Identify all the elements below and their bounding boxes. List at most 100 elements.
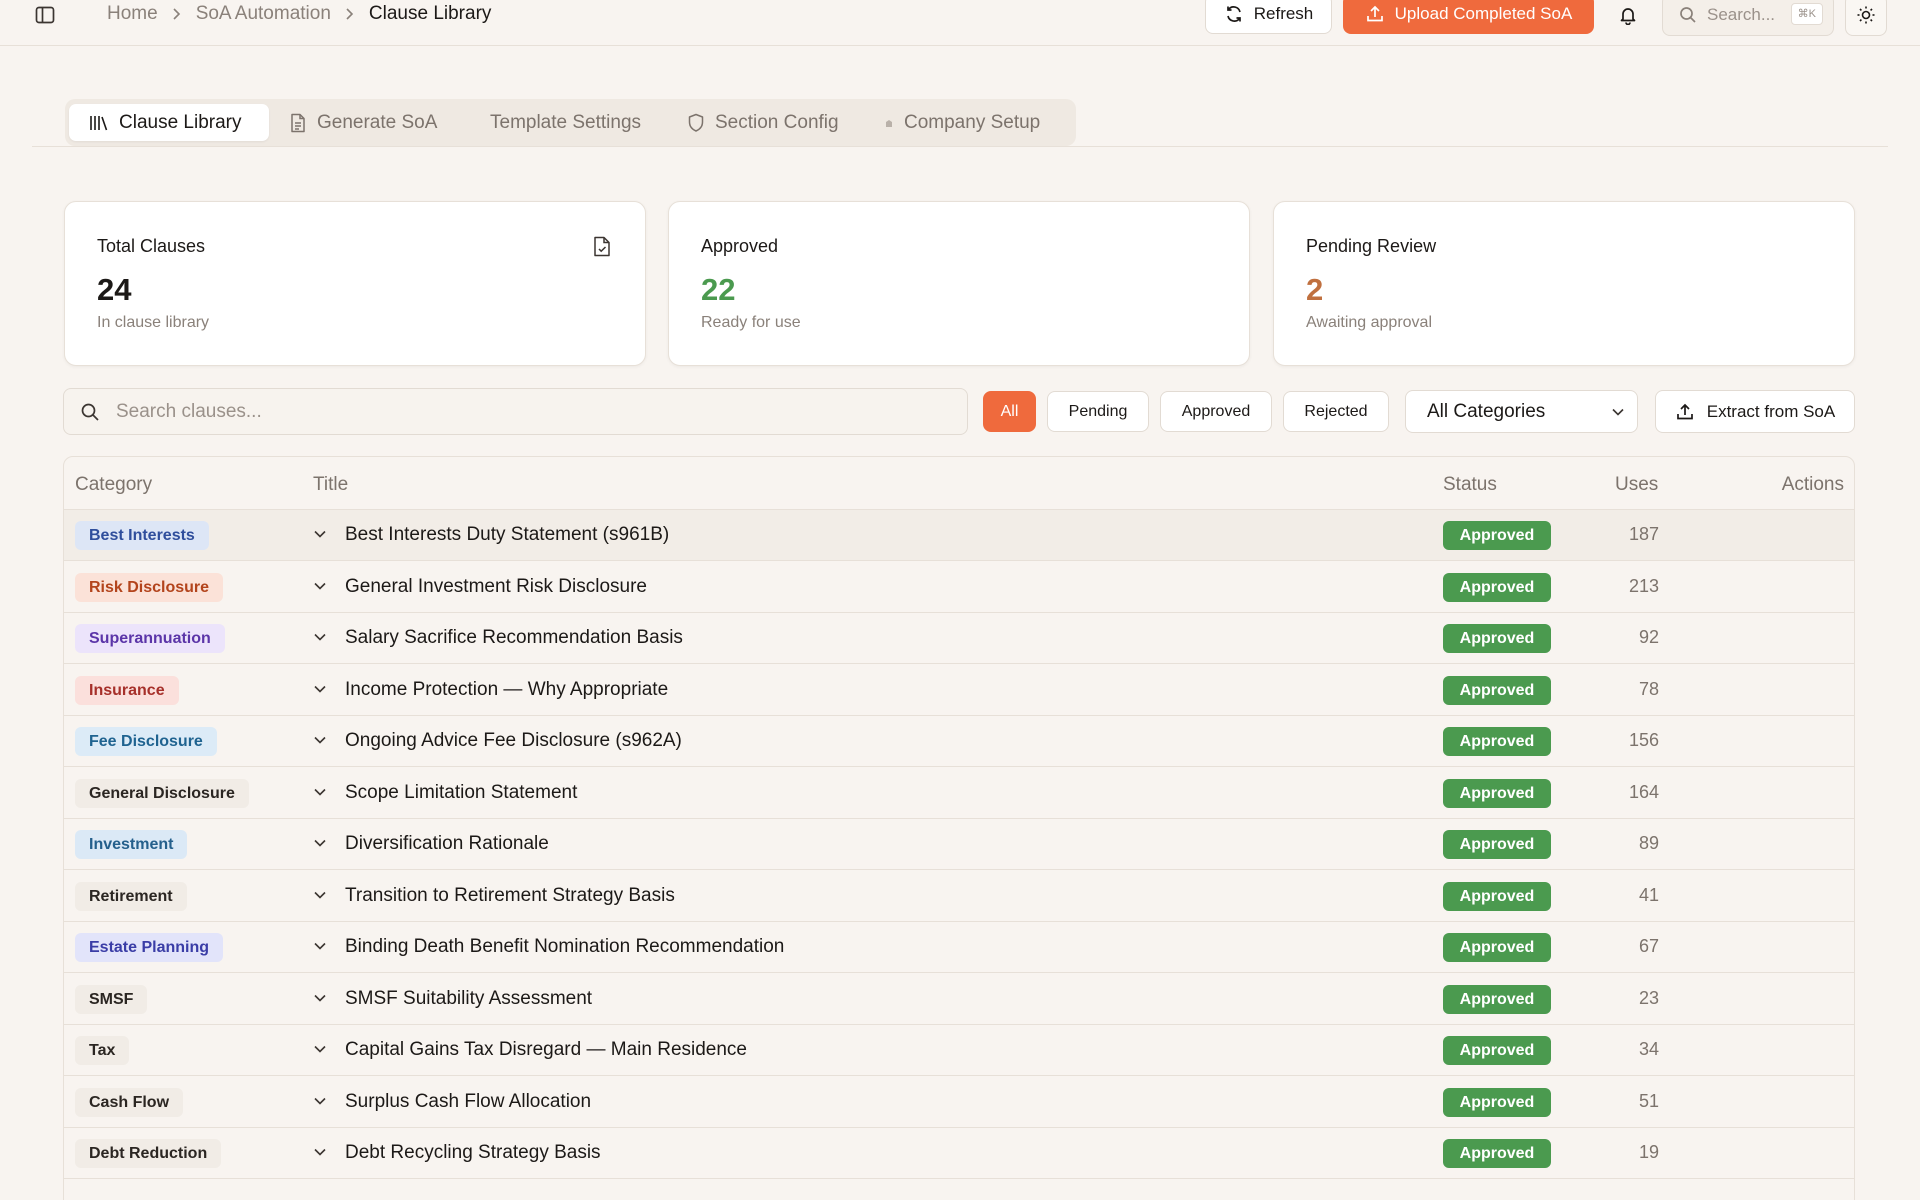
stat-card-pending: Pending Review 2 Awaiting approval <box>1273 201 1855 366</box>
search-icon <box>1679 6 1697 24</box>
tab-label: Section Config <box>715 111 839 133</box>
table-row[interactable]: SMSF SMSF Suitability Assessment Approve… <box>64 974 1854 1025</box>
sidebar-toggle-icon[interactable] <box>32 2 58 28</box>
global-search-placeholder: Search... <box>1707 5 1776 24</box>
top-bar: Home SoA Automation Clause Library Refre… <box>0 0 1920 46</box>
tab-clause-library[interactable]: Clause Library <box>69 104 269 141</box>
table-row[interactable]: General Disclosure Scope Limitation Stat… <box>64 768 1854 819</box>
status-badge: Approved <box>1443 1087 1551 1117</box>
category-badge: Retirement <box>75 881 187 911</box>
extract-from-soa-button[interactable]: Extract from SoA <box>1655 390 1855 433</box>
tab-section-config[interactable]: Section Config <box>687 104 862 141</box>
status-badge: Approved <box>1443 881 1551 911</box>
category-badge: Risk Disclosure <box>75 572 224 602</box>
table-row[interactable]: Cash Flow Surplus Cash Flow Allocation A… <box>64 1077 1854 1128</box>
chevron-right-icon <box>345 7 355 21</box>
breadcrumb: Home SoA Automation Clause Library <box>107 0 491 28</box>
table-row[interactable]: Best Interests Best Interests Duty State… <box>64 510 1854 561</box>
clause-title: Best Interests Duty Statement (s961B) <box>345 524 670 545</box>
column-header-category[interactable]: Category <box>75 474 152 496</box>
category-select-value: All Categories <box>1427 400 1546 422</box>
column-header-actions: Actions <box>1781 474 1844 495</box>
stat-sub: Awaiting approval <box>1306 314 1433 331</box>
chevron-down-icon[interactable] <box>313 1094 327 1108</box>
document-icon <box>289 113 307 133</box>
category-select[interactable]: All Categories <box>1405 390 1638 433</box>
global-search-input[interactable]: Search... ⌘K <box>1662 0 1834 36</box>
chevron-down-icon[interactable] <box>313 630 327 644</box>
chevron-down-icon[interactable] <box>313 527 327 541</box>
status-badge: Approved <box>1443 778 1551 808</box>
category-badge: Cash Flow <box>75 1087 184 1117</box>
file-check-icon <box>593 236 611 257</box>
building-icon <box>884 118 894 128</box>
clause-title: Income Protection — Why Appropriate <box>345 678 669 700</box>
breadcrumb-soa-automation[interactable]: SoA Automation <box>196 3 331 25</box>
tab-bar: Clause Library Generate SoA Template Set… <box>65 99 1076 146</box>
extract-label: Extract from SoA <box>1706 401 1836 421</box>
table-row[interactable]: Fee Disclosure Ongoing Advice Fee Disclo… <box>64 716 1854 767</box>
filter-chip-pending[interactable]: Pending <box>1047 391 1149 432</box>
stat-value: 22 <box>701 272 736 307</box>
table-row[interactable]: Debt Reduction Debt Recycling Strategy B… <box>64 1128 1854 1179</box>
filter-chip-all[interactable]: All <box>983 391 1036 432</box>
chevron-down-icon[interactable] <box>313 1145 327 1159</box>
table-row[interactable]: Retirement Transition to Retirement Stra… <box>64 871 1854 922</box>
status-badge: Approved <box>1443 1139 1551 1168</box>
chevron-down-icon[interactable] <box>313 785 327 799</box>
category-badge: Tax <box>75 1036 130 1065</box>
column-header-status[interactable]: Status <box>1443 474 1497 496</box>
clause-search-field[interactable] <box>63 388 968 435</box>
table-row[interactable]: Insurance Income Protection — Why Approp… <box>64 665 1854 716</box>
clause-title: Debt Recycling Strategy Basis <box>345 1142 601 1163</box>
refresh-button[interactable]: Refresh <box>1205 0 1332 34</box>
tab-generate-soa[interactable]: Generate SoA <box>289 104 459 141</box>
table-row[interactable]: Estate Planning Binding Death Benefit No… <box>64 922 1854 973</box>
uses-count: 89 <box>1638 833 1659 853</box>
category-badge: Fee Disclosure <box>75 727 217 756</box>
bell-icon[interactable] <box>1615 2 1641 28</box>
search-shortcut: ⌘K <box>1790 3 1823 25</box>
clause-title: Scope Limitation Statement <box>345 781 578 803</box>
table-header: Category Title Status Uses Actions <box>64 457 1854 510</box>
filter-chip-rejected[interactable]: Rejected <box>1283 391 1389 432</box>
breadcrumb-home[interactable]: Home <box>107 3 158 25</box>
status-badge: Approved <box>1443 933 1551 962</box>
filter-chip-approved[interactable]: Approved <box>1160 391 1272 432</box>
stat-label: Total Clauses <box>97 236 206 256</box>
tab-company-setup[interactable]: Company Setup <box>884 104 1064 141</box>
tab-label: Clause Library <box>119 111 242 133</box>
chevron-down-icon[interactable] <box>313 682 327 696</box>
status-badge: Approved <box>1443 830 1551 859</box>
table-row[interactable]: Tax Capital Gains Tax Disregard — Main R… <box>64 1025 1854 1076</box>
chevron-down-icon[interactable] <box>313 733 327 747</box>
clause-title: SMSF Suitability Assessment <box>345 987 593 1009</box>
chevron-down-icon[interactable] <box>313 1042 327 1056</box>
clause-title: Binding Death Benefit Nomination Recomme… <box>345 936 785 957</box>
table-row[interactable]: Superannuation Salary Sacrifice Recommen… <box>64 613 1854 664</box>
clause-search-input[interactable] <box>116 400 916 423</box>
clause-title: Capital Gains Tax Disregard — Main Resid… <box>345 1039 747 1060</box>
shield-icon <box>687 113 705 133</box>
chevron-down-icon[interactable] <box>313 888 327 902</box>
chevron-down-icon[interactable] <box>313 836 327 850</box>
column-header-uses[interactable]: Uses <box>1615 474 1658 496</box>
tab-template-settings[interactable]: Template Settings <box>490 104 665 141</box>
category-badge: Insurance <box>75 675 179 705</box>
chevron-down-icon[interactable] <box>313 939 327 953</box>
column-header-title[interactable]: Title <box>313 474 348 496</box>
chevron-down-icon <box>1611 405 1625 419</box>
upload-completed-soa-button[interactable]: Upload Completed SoA <box>1343 0 1594 34</box>
category-badge: Debt Reduction <box>75 1139 222 1168</box>
clause-table: Category Title Status Uses Actions Best … <box>63 456 1855 1200</box>
chevron-down-icon[interactable] <box>313 579 327 593</box>
chevron-down-icon[interactable] <box>313 991 327 1005</box>
upload-icon <box>1675 402 1695 422</box>
uses-count: 23 <box>1638 987 1659 1008</box>
chevron-right-icon <box>172 7 182 21</box>
uses-count: 19 <box>1638 1142 1659 1162</box>
table-row[interactable]: Investment Diversification Rationale App… <box>64 819 1854 870</box>
table-row[interactable]: Risk Disclosure General Investment Risk … <box>64 562 1854 613</box>
tab-label: Generate SoA <box>317 111 438 133</box>
sun-icon[interactable] <box>1845 0 1887 36</box>
